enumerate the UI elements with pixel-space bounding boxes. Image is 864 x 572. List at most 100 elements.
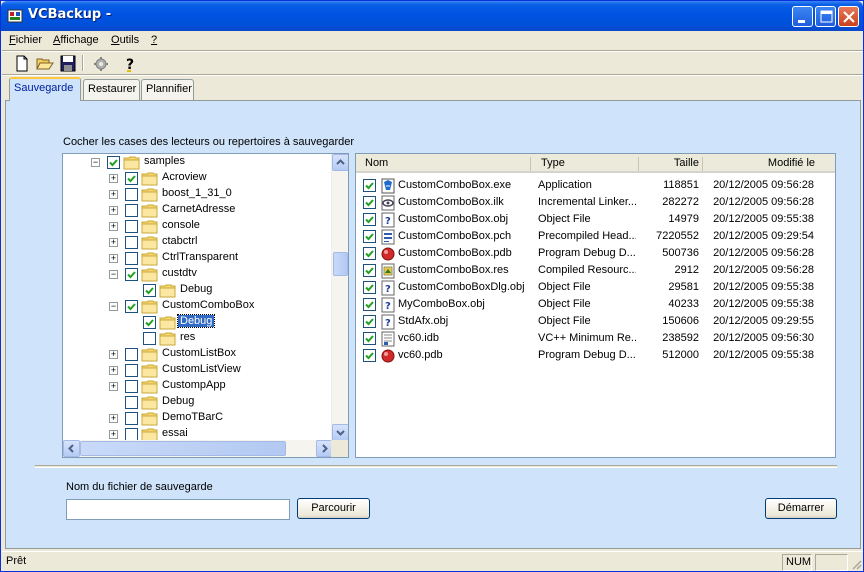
save-icon[interactable] xyxy=(59,55,77,72)
tree-node[interactable]: Debug xyxy=(63,394,331,410)
column-divider[interactable] xyxy=(530,157,531,171)
tree-checkbox[interactable] xyxy=(143,284,156,297)
minimize-button[interactable] xyxy=(792,6,813,27)
expand-icon[interactable]: + xyxy=(109,238,118,247)
scroll-down-button[interactable] xyxy=(332,424,348,441)
list-row[interactable]: ? CustomComboBoxDlg.obj Object File 29581 20… xyxy=(356,279,835,296)
tree-node[interactable]: Debug xyxy=(63,314,331,330)
start-button[interactable]: Démarrer xyxy=(765,498,837,519)
tree-node[interactable]: Debug xyxy=(63,282,331,298)
tree-checkbox[interactable] xyxy=(143,316,156,329)
tree-checkbox[interactable] xyxy=(125,300,138,313)
file-checkbox[interactable] xyxy=(363,230,376,243)
title-bar[interactable]: VCBackup - xyxy=(1,1,863,31)
tree-checkbox[interactable] xyxy=(125,188,138,201)
column-header-type[interactable]: Type xyxy=(541,157,565,169)
tree-checkbox[interactable] xyxy=(125,380,138,393)
menu-outils[interactable]: Outils xyxy=(111,34,139,46)
file-checkbox[interactable] xyxy=(363,349,376,362)
tab-restaurer[interactable]: Restaurer xyxy=(83,79,140,100)
menu-fichier[interactable]: Fichier xyxy=(9,34,42,46)
tree-checkbox[interactable] xyxy=(107,156,120,169)
tree-checkbox[interactable] xyxy=(125,412,138,425)
tree-checkbox[interactable] xyxy=(125,252,138,265)
column-header-modifie[interactable]: Modifié le xyxy=(703,157,815,169)
tree-node[interactable]: res xyxy=(63,330,331,346)
expand-icon[interactable]: + xyxy=(109,206,118,215)
tree-node[interactable]: + CtrlTransparent xyxy=(63,250,331,266)
folder-tree[interactable]: − samples + Acroview + boost_1_31_0 + CarnetAdr… xyxy=(62,153,349,458)
filename-input[interactable] xyxy=(66,499,290,520)
column-header-nom[interactable]: Nom xyxy=(365,157,388,169)
tree-node[interactable]: + ctabctrl xyxy=(63,234,331,250)
tree-vertical-scrollbar[interactable] xyxy=(331,154,348,441)
collapse-icon[interactable]: − xyxy=(109,302,118,311)
tree-node[interactable]: + CustomListBox xyxy=(63,346,331,362)
tree-checkbox[interactable] xyxy=(125,220,138,233)
tab-plannifier[interactable]: Plannifier xyxy=(141,79,194,100)
help-icon[interactable]: ? xyxy=(121,55,139,72)
tree-node[interactable]: − CustomComboBox xyxy=(63,298,331,314)
tree-node[interactable]: + Acroview xyxy=(63,170,331,186)
file-checkbox[interactable] xyxy=(363,247,376,260)
tree-node[interactable]: + console xyxy=(63,218,331,234)
expand-icon[interactable]: + xyxy=(109,190,118,199)
file-checkbox[interactable] xyxy=(363,315,376,328)
tree-node[interactable]: + CustompApp xyxy=(63,378,331,394)
file-checkbox[interactable] xyxy=(363,196,376,209)
tree-checkbox[interactable] xyxy=(143,332,156,345)
list-row[interactable]: ? StdAfx.obj Object File 150606 20/12/2005 0… xyxy=(356,313,835,330)
tree-checkbox[interactable] xyxy=(125,268,138,281)
file-checkbox[interactable] xyxy=(363,298,376,311)
browse-button[interactable]: Parcourir xyxy=(297,498,370,519)
expand-icon[interactable]: + xyxy=(109,414,118,423)
list-row[interactable]: CustomComboBox.exe Application 118851 20/12… xyxy=(356,177,835,194)
list-row[interactable]: ? CustomComboBox.obj Object File 14979 20/12… xyxy=(356,211,835,228)
scroll-left-button[interactable] xyxy=(63,440,80,457)
scroll-up-button[interactable] xyxy=(332,154,348,171)
tree-node[interactable]: + boost_1_31_0 xyxy=(63,186,331,202)
tree-checkbox[interactable] xyxy=(125,348,138,361)
tree-node[interactable]: + DemoTBarC xyxy=(63,410,331,426)
list-row[interactable]: ? MyComboBox.obj Object File 40233 20/12/200… xyxy=(356,296,835,313)
file-checkbox[interactable] xyxy=(363,213,376,226)
list-row[interactable]: CustomComboBox.pdb Program Debug D... 5007… xyxy=(356,245,835,262)
list-row[interactable]: CustomComboBox.pch Precompiled Head... 722… xyxy=(356,228,835,245)
list-row[interactable]: CustomComboBox.ilk Incremental Linker... 2… xyxy=(356,194,835,211)
open-folder-icon[interactable] xyxy=(36,55,54,72)
tree-checkbox[interactable] xyxy=(125,236,138,249)
tree-node[interactable]: − samples xyxy=(63,154,331,170)
file-checkbox[interactable] xyxy=(363,179,376,192)
tree-node[interactable]: + CarnetAdresse xyxy=(63,202,331,218)
expand-icon[interactable]: + xyxy=(109,222,118,231)
file-checkbox[interactable] xyxy=(363,281,376,294)
collapse-icon[interactable]: − xyxy=(109,270,118,279)
expand-icon[interactable]: + xyxy=(109,382,118,391)
collapse-icon[interactable]: − xyxy=(91,158,100,167)
menu-help[interactable]: ? xyxy=(151,34,157,46)
expand-icon[interactable]: + xyxy=(109,366,118,375)
file-checkbox[interactable] xyxy=(363,264,376,277)
settings-icon[interactable] xyxy=(92,55,110,72)
tree-node[interactable]: − custdtv xyxy=(63,266,331,282)
close-button[interactable] xyxy=(838,6,859,27)
tree-node[interactable]: + CustomListView xyxy=(63,362,331,378)
resize-grip-icon[interactable] xyxy=(850,558,862,570)
column-header-taille[interactable]: Taille xyxy=(639,157,699,169)
tree-checkbox[interactable] xyxy=(125,396,138,409)
maximize-button[interactable] xyxy=(815,6,836,27)
list-row[interactable]: CustomComboBox.res Compiled Resourc... 291… xyxy=(356,262,835,279)
tree-checkbox[interactable] xyxy=(125,364,138,377)
expand-icon[interactable]: + xyxy=(109,430,118,439)
expand-icon[interactable]: + xyxy=(109,254,118,263)
list-row[interactable]: vc60.idb VC++ Minimum Re... 238592 20/12/20… xyxy=(356,330,835,347)
tree-checkbox[interactable] xyxy=(125,204,138,217)
file-list[interactable]: Nom Type Taille Modifié le CustomComboBo… xyxy=(355,153,836,458)
new-file-icon[interactable] xyxy=(13,55,31,72)
tree-checkbox[interactable] xyxy=(125,172,138,185)
expand-icon[interactable]: + xyxy=(109,350,118,359)
tree-vscroll-thumb[interactable] xyxy=(333,252,348,276)
menu-affichage[interactable]: Affichage xyxy=(53,34,99,46)
tab-sauvegarde[interactable]: Sauvegarde xyxy=(9,77,81,101)
list-row[interactable]: vc60.pdb Program Debug D... 512000 20/12/20… xyxy=(356,347,835,364)
